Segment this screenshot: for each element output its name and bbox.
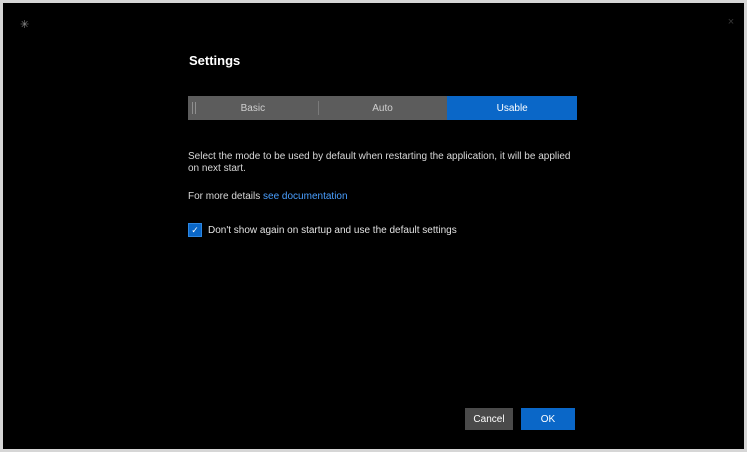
ok-button[interactable]: OK xyxy=(521,408,575,430)
tab-usable-label: Usable xyxy=(496,102,528,114)
tab-auto[interactable]: Auto xyxy=(317,96,448,120)
settings-window: ✳ × Settings Basic Auto Usable Select th… xyxy=(3,3,744,449)
tab-basic[interactable]: Basic xyxy=(188,96,318,120)
dont-show-again-option[interactable]: ✓ Don't show again on startup and use th… xyxy=(188,223,457,237)
documentation-link[interactable]: see documentation xyxy=(263,191,348,202)
tab-usable[interactable]: Usable xyxy=(447,96,578,120)
tab-basic-label: Basic xyxy=(240,102,266,114)
grip-icon xyxy=(192,102,196,114)
app-icon: ✳ xyxy=(20,19,30,31)
more-info-row: For more details see documentation xyxy=(188,191,348,202)
more-info-prefix: For more details xyxy=(188,191,261,202)
dialog-title: Settings xyxy=(189,53,241,68)
tab-auto-label: Auto xyxy=(372,102,393,114)
dont-show-again-label: Don't show again on startup and use the … xyxy=(208,224,457,236)
close-icon[interactable]: × xyxy=(724,15,738,29)
mode-description: Select the mode to be used by default wh… xyxy=(188,151,571,174)
cancel-button[interactable]: Cancel xyxy=(465,408,513,430)
dont-show-again-checkbox[interactable]: ✓ xyxy=(188,223,202,237)
mode-segmented-control: Basic Auto Usable xyxy=(188,96,578,120)
